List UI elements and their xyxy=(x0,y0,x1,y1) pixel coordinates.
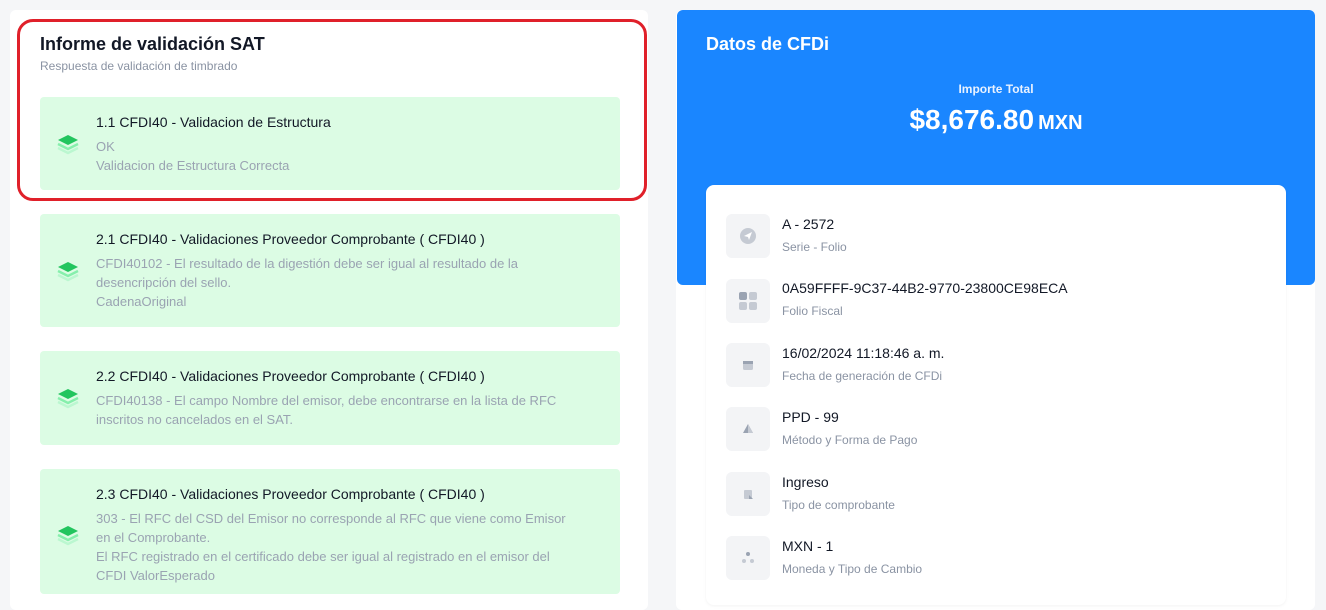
validation-item-line: CadenaOriginal xyxy=(96,294,187,309)
detail-icon-box xyxy=(726,279,770,323)
serie-folio-value: A - 2572 xyxy=(782,216,835,232)
validation-item-line: Validacion de Estructura Correcta xyxy=(96,158,290,173)
report-subtitle: Respuesta de validación de timbrado xyxy=(40,59,238,73)
document-icon xyxy=(744,490,753,499)
validation-item: 2.1 CFDI40 - Validaciones Proveedor Comp… xyxy=(40,214,620,327)
validation-item-line: en el Comprobante. xyxy=(96,530,211,545)
validation-item-line: CFDI ValorEsperado xyxy=(96,568,215,583)
report-title: Informe de validación SAT xyxy=(40,34,265,54)
validation-item-line: OK xyxy=(96,139,115,154)
validation-item-line: inscritos no cancelados en el SAT. xyxy=(96,412,294,427)
tipo-comprobante-value: Ingreso xyxy=(782,474,829,490)
fecha-label: Fecha de generación de CFDi xyxy=(782,369,943,383)
layers-icon xyxy=(57,526,79,546)
layers-icon xyxy=(57,389,79,409)
validation-item-title: 2.2 CFDI40 - Validaciones Proveedor Comp… xyxy=(96,368,485,384)
metodo-pago-label: Método y Forma de Pago xyxy=(782,433,918,447)
validation-item-title: 2.3 CFDI40 - Validaciones Proveedor Comp… xyxy=(96,486,485,502)
send-icon xyxy=(740,228,756,244)
importe-total: $8,676.80 MXN xyxy=(677,104,1315,136)
folio-fiscal-value: 0A59FFFF-9C37-44B2-9770-23800CE98ECA xyxy=(782,280,1068,296)
validation-item-title: 1.1 CFDI40 - Validacion de Estructura xyxy=(96,114,331,130)
moneda-label: Moneda y Tipo de Cambio xyxy=(782,562,923,576)
grid-icon xyxy=(739,292,757,310)
calendar-icon xyxy=(743,361,753,370)
triangle-icon xyxy=(743,424,753,433)
importe-amount: $8,676.80 xyxy=(909,104,1035,135)
metodo-pago-value: PPD - 99 xyxy=(782,409,839,425)
validation-item-line: desencripción del sello. xyxy=(96,275,232,290)
importe-currency: MXN xyxy=(1038,112,1083,134)
validation-item-title: 2.1 CFDI40 - Validaciones Proveedor Comp… xyxy=(96,231,485,247)
validation-item-line: 303 - El RFC del CSD del Emisor no corre… xyxy=(96,511,566,526)
importe-label: Importe Total xyxy=(958,82,1034,96)
validation-item-line: CFDI40138 - El campo Nombre del emisor, … xyxy=(96,393,557,408)
nodes-icon xyxy=(742,552,754,563)
validation-item: 2.3 CFDI40 - Validaciones Proveedor Comp… xyxy=(40,469,620,594)
detail-icon-box xyxy=(726,472,770,516)
cfdi-title: Datos de CFDi xyxy=(706,34,830,54)
validation-item-line: CFDI40102 - El resultado de la digestión… xyxy=(96,256,519,271)
serie-folio-label: Serie - Folio xyxy=(782,240,847,254)
fecha-value: 16/02/2024 11:18:46 a. m. xyxy=(782,345,945,361)
moneda-value: MXN - 1 xyxy=(782,538,834,554)
detail-icon-box xyxy=(726,214,770,258)
detail-icon-box xyxy=(726,536,770,580)
validation-item: 2.2 CFDI40 - Validaciones Proveedor Comp… xyxy=(40,351,620,445)
tipo-comprobante-label: Tipo de comprobante xyxy=(782,498,895,512)
folio-fiscal-label: Folio Fiscal xyxy=(782,304,843,318)
validation-item: 1.1 CFDI40 - Validacion de Estructura OK… xyxy=(40,97,620,190)
detail-icon-box xyxy=(726,407,770,451)
detail-icon-box xyxy=(726,343,770,387)
layers-icon xyxy=(57,135,79,155)
validation-item-line: El RFC registrado en el certificado debe… xyxy=(96,549,550,564)
layers-icon xyxy=(57,262,79,282)
